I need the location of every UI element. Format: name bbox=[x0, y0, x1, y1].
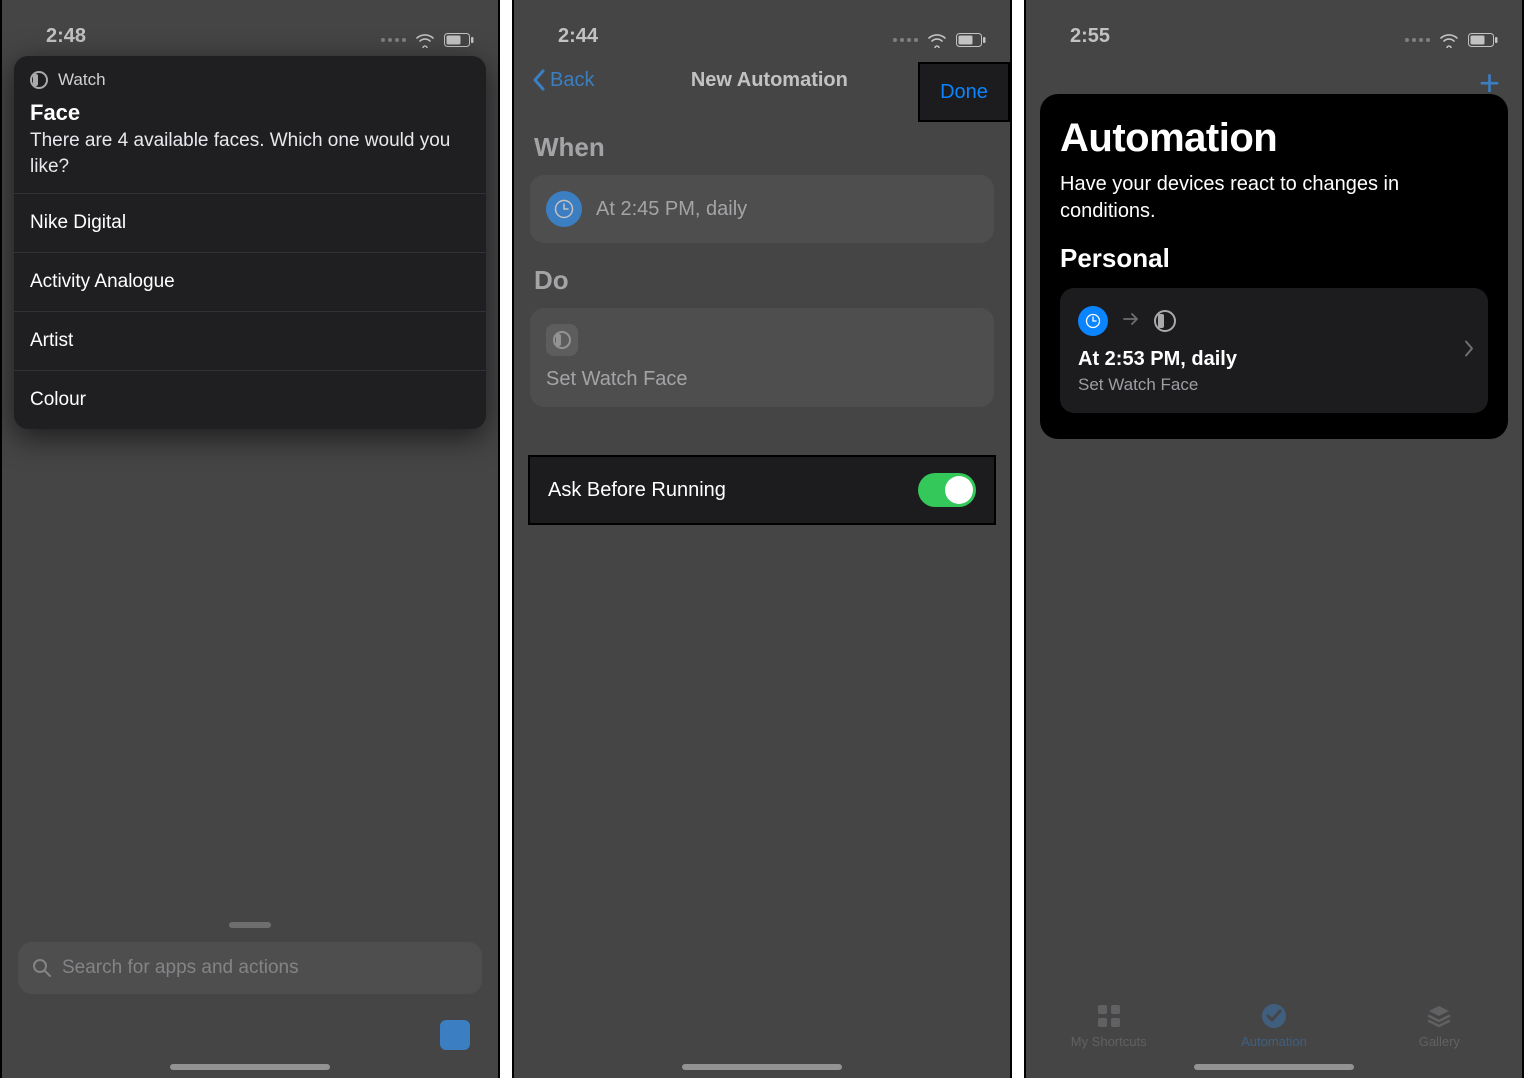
grid-icon bbox=[1096, 1002, 1122, 1030]
tab-gallery[interactable]: Gallery bbox=[1357, 988, 1522, 1062]
wifi-icon bbox=[414, 32, 436, 48]
watch-action-icon bbox=[546, 324, 578, 356]
cellular-icon bbox=[1405, 38, 1430, 42]
status-time: 2:44 bbox=[558, 25, 598, 48]
nav-title: New Automation bbox=[691, 69, 848, 92]
done-button[interactable]: Done bbox=[918, 62, 1010, 122]
ask-label: Ask Before Running bbox=[548, 479, 726, 502]
search-icon bbox=[32, 958, 52, 978]
status-time: 2:48 bbox=[46, 25, 86, 48]
face-option-activity-analogue[interactable]: Activity Analogue bbox=[14, 252, 486, 311]
face-option-artist[interactable]: Artist bbox=[14, 311, 486, 370]
home-indicator[interactable] bbox=[170, 1064, 330, 1070]
search-placeholder: Search for apps and actions bbox=[62, 957, 299, 979]
popup-header: Watch bbox=[14, 56, 486, 94]
screen-automation-list: 2:55 + Automation Have your devices reac… bbox=[1024, 0, 1524, 1078]
status-right bbox=[1405, 32, 1498, 48]
wifi-icon bbox=[1438, 32, 1460, 48]
page-desc: Have your devices react to changes in co… bbox=[1060, 171, 1488, 225]
automation-tab-icon bbox=[1260, 1002, 1288, 1030]
status-right bbox=[381, 32, 474, 48]
ask-toggle[interactable] bbox=[918, 473, 976, 507]
popup-title: Face bbox=[14, 94, 486, 128]
face-option-colour[interactable]: Colour bbox=[14, 370, 486, 429]
watch-icon bbox=[1154, 310, 1176, 332]
status-right bbox=[893, 32, 986, 48]
clock-icon bbox=[1078, 306, 1108, 336]
do-heading: Do bbox=[514, 243, 1010, 308]
action-thumbnail-icon[interactable] bbox=[440, 1020, 470, 1050]
screen-face-picker: 2:48 Watch Face There are 4 available fa… bbox=[0, 0, 500, 1078]
arrow-right-icon bbox=[1122, 312, 1140, 331]
status-bar: 2:55 bbox=[1026, 0, 1522, 50]
clock-icon bbox=[546, 191, 582, 227]
sheet-grabber-icon[interactable] bbox=[229, 922, 271, 928]
home-indicator[interactable] bbox=[1194, 1064, 1354, 1070]
status-time: 2:55 bbox=[1070, 25, 1110, 48]
popup-subtitle: There are 4 available faces. Which one w… bbox=[14, 128, 486, 193]
do-action-label: Set Watch Face bbox=[546, 368, 978, 391]
wifi-icon bbox=[926, 32, 948, 48]
gallery-icon bbox=[1426, 1002, 1452, 1030]
chevron-left-icon bbox=[532, 69, 546, 91]
automation-item-title: At 2:53 PM, daily bbox=[1078, 348, 1470, 371]
when-text: At 2:45 PM, daily bbox=[596, 198, 747, 221]
screen-new-automation: 2:44 Back New Automation Done Done Whe bbox=[512, 0, 1012, 1078]
search-input[interactable]: Search for apps and actions bbox=[18, 942, 482, 994]
page-title: Automation bbox=[1060, 116, 1488, 161]
cellular-icon bbox=[893, 38, 918, 42]
tab-automation[interactable]: Automation bbox=[1191, 988, 1356, 1062]
cellular-icon bbox=[381, 38, 406, 42]
automation-item-icons bbox=[1078, 306, 1470, 336]
status-bar: 2:44 bbox=[514, 0, 1010, 50]
automation-card: Automation Have your devices react to ch… bbox=[1040, 94, 1508, 439]
face-picker-popup: Watch Face There are 4 available faces. … bbox=[14, 56, 486, 429]
back-label: Back bbox=[550, 69, 594, 92]
tab-label: Automation bbox=[1241, 1034, 1307, 1049]
ask-before-running-row: Ask Before Running bbox=[528, 455, 996, 525]
when-row[interactable]: At 2:45 PM, daily bbox=[530, 175, 994, 243]
done-label: Done bbox=[940, 81, 988, 104]
chevron-right-icon bbox=[1464, 339, 1474, 362]
back-button[interactable]: Back bbox=[532, 69, 594, 92]
battery-icon bbox=[1468, 33, 1498, 47]
tab-label: My Shortcuts bbox=[1071, 1034, 1147, 1049]
do-row[interactable]: Set Watch Face bbox=[530, 308, 994, 407]
automation-item[interactable]: At 2:53 PM, daily Set Watch Face bbox=[1060, 288, 1488, 413]
section-personal: Personal bbox=[1060, 243, 1488, 274]
popup-app-name: Watch bbox=[58, 70, 106, 90]
battery-icon bbox=[444, 33, 474, 47]
status-bar: 2:48 bbox=[2, 0, 498, 50]
face-option-nike-digital[interactable]: Nike Digital bbox=[14, 193, 486, 252]
watch-app-icon bbox=[30, 71, 48, 89]
automation-item-sub: Set Watch Face bbox=[1078, 375, 1470, 395]
tab-label: Gallery bbox=[1419, 1034, 1460, 1049]
tab-my-shortcuts[interactable]: My Shortcuts bbox=[1026, 988, 1191, 1062]
home-indicator[interactable] bbox=[682, 1064, 842, 1070]
battery-icon bbox=[956, 33, 986, 47]
